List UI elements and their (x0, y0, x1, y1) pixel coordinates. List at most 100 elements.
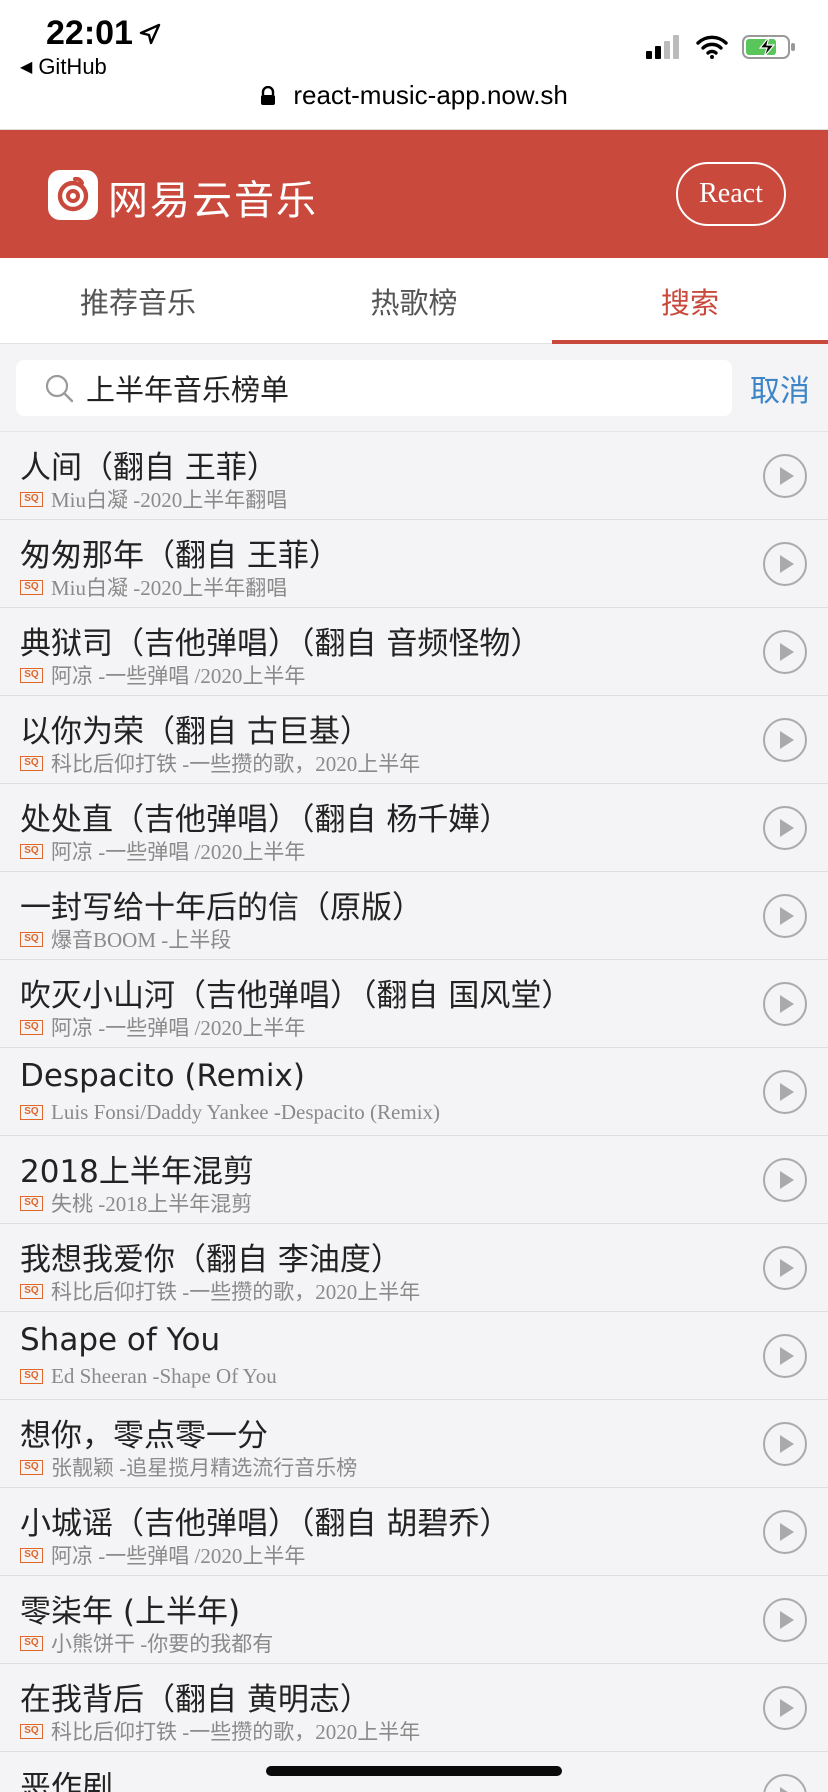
song-row[interactable]: 匆匆那年（翻自 王菲） SQ Miu白凝 -2020上半年翻唱 (0, 520, 828, 608)
song-subtitle: SQ 失桃 -2018上半年混剪 (20, 1188, 252, 1218)
tab-hot-songs[interactable]: 热歌榜 (276, 258, 552, 343)
song-row[interactable]: 处处直（吉他弹唱）（翻自 杨千嬅） SQ 阿凉 -一些弹唱 /2020上半年 (0, 784, 828, 872)
song-title: 想你，零点零一分 (20, 1418, 268, 1454)
song-title: 以你为荣（翻自 古巨基） (20, 714, 371, 750)
sq-quality-badge-icon: SQ (20, 1635, 43, 1651)
play-button-icon[interactable] (762, 893, 808, 939)
song-row[interactable]: Despacito (Remix) SQ Luis Fonsi/Daddy Yank… (0, 1048, 828, 1136)
song-title: 在我背后（翻自 黄明志） (20, 1682, 371, 1718)
song-title: Shape of You (20, 1322, 221, 1358)
artist-album-text: Ed Sheeran -Shape Of You (51, 1364, 277, 1388)
sq-quality-badge-icon: SQ (20, 1283, 43, 1299)
artist-album-text: 阿凉 -一些弹唱 /2020上半年 (51, 1016, 306, 1040)
song-title: 2018上半年混剪 (20, 1154, 254, 1190)
song-subtitle: SQ 张靓颖 -追星揽月精选流行音乐榜 (20, 1452, 357, 1482)
song-title: 吹灭小山河（吉他弹唱）（翻自 国风堂） (20, 978, 573, 1014)
search-icon (45, 374, 74, 403)
song-subtitle: SQ 阿凉 -一些弹唱 /2020上半年 (20, 836, 305, 866)
back-app-label: GitHub (38, 54, 107, 79)
url-text: react-music-app.now.sh (293, 80, 568, 110)
artist-album-text: 阿凉 -一些弹唱 /2020上半年 (51, 840, 306, 864)
song-subtitle: SQ 小熊饼干 -你要的我都有 (20, 1628, 273, 1658)
play-button-icon[interactable] (762, 717, 808, 763)
home-indicator[interactable] (266, 1766, 562, 1776)
app-header: 网易云音乐 React (0, 130, 828, 258)
song-subtitle: SQ Luis Fonsi/Daddy Yankee -Despacito (Re… (20, 1100, 440, 1125)
cellular-signal-icon (646, 35, 679, 59)
song-subtitle: SQ 阿凉 -一些弹唱 /2020上半年 (20, 660, 305, 690)
song-subtitle: SQ Miu白凝 -2020上半年翻唱 (20, 572, 287, 602)
song-subtitle: SQ 阿凉 -一些弹唱 /2020上半年 (20, 1540, 305, 1570)
play-button-icon[interactable] (762, 1333, 808, 1379)
play-button-icon[interactable] (762, 1245, 808, 1291)
song-subtitle: SQ Miu白凝 -2020上半年翻唱 (20, 484, 287, 514)
sq-quality-badge-icon: SQ (20, 491, 43, 507)
tab-recommend[interactable]: 推荐音乐 (0, 258, 276, 343)
song-row[interactable]: 以你为荣（翻自 古巨基） SQ 科比后仰打铁 -一些攒的歌，2020上半年 (0, 696, 828, 784)
song-title: 恶作剧 (20, 1770, 113, 1792)
song-title: 处处直（吉他弹唱）（翻自 杨千嬅） (20, 802, 511, 838)
song-row[interactable]: 2018上半年混剪 SQ 失桃 -2018上半年混剪 (0, 1136, 828, 1224)
address-bar[interactable]: react-music-app.now.sh (0, 80, 828, 111)
song-title: 小城谣（吉他弹唱）（翻自 胡碧乔） (20, 1506, 511, 1542)
song-title: 匆匆那年（翻自 王菲） (20, 538, 340, 574)
song-row[interactable]: 人间（翻自 王菲） SQ Miu白凝 -2020上半年翻唱 (0, 432, 828, 520)
song-row[interactable]: 在我背后（翻自 黄明志） SQ 科比后仰打铁 -一些攒的歌，2020上半年 (0, 1664, 828, 1752)
back-triangle-icon: ◀ (20, 59, 33, 76)
netease-logo-icon (48, 170, 98, 220)
artist-album-text: 阿凉 -一些弹唱 /2020上半年 (51, 1544, 306, 1568)
song-row[interactable]: Shape of You SQ Ed Sheeran -Shape Of You (0, 1312, 828, 1400)
play-button-icon[interactable] (762, 1421, 808, 1467)
song-title: 我想我爱你（翻自 李油度） (20, 1242, 402, 1278)
song-row[interactable]: 我想我爱你（翻自 李油度） SQ 科比后仰打铁 -一些攒的歌，2020上半年 (0, 1224, 828, 1312)
song-row[interactable]: 小城谣（吉他弹唱）（翻自 胡碧乔） SQ 阿凉 -一些弹唱 /2020上半年 (0, 1488, 828, 1576)
play-button-icon[interactable] (762, 1157, 808, 1203)
back-to-app-link[interactable]: ◀ GitHub (20, 54, 107, 80)
lock-icon (261, 86, 276, 105)
song-row[interactable]: 想你，零点零一分 SQ 张靓颖 -追星揽月精选流行音乐榜 (0, 1400, 828, 1488)
search-box[interactable] (16, 360, 732, 416)
play-button-icon[interactable] (762, 1685, 808, 1731)
song-subtitle: SQ 阿凉 -一些弹唱 /2020上半年 (20, 1012, 305, 1042)
tab-search[interactable]: 搜索 (552, 258, 828, 344)
play-button-icon[interactable] (762, 453, 808, 499)
artist-album-text: 科比后仰打铁 -一些攒的歌，2020上半年 (51, 1720, 421, 1744)
search-input[interactable] (86, 371, 686, 405)
sq-quality-badge-icon: SQ (20, 755, 43, 771)
song-row[interactable]: 零柒年 (上半年) SQ 小熊饼干 -你要的我都有 (0, 1576, 828, 1664)
artist-album-text: 阿凉 -一些弹唱 /2020上半年 (51, 664, 306, 688)
artist-album-text: 爆音BOOM -上半段 (51, 928, 232, 952)
sq-quality-badge-icon: SQ (20, 579, 43, 595)
song-title: 典狱司（吉他弹唱）（翻自 音频怪物） (20, 626, 542, 662)
song-row[interactable]: 吹灭小山河（吉他弹唱）（翻自 国风堂） SQ 阿凉 -一些弹唱 /2020上半年 (0, 960, 828, 1048)
play-button-icon[interactable] (762, 1069, 808, 1115)
sq-quality-badge-icon: SQ (20, 1195, 43, 1211)
cancel-button[interactable]: 取消 (750, 366, 810, 410)
play-button-icon[interactable] (762, 1509, 808, 1555)
sq-quality-badge-icon: SQ (20, 1723, 43, 1739)
react-button[interactable]: React (676, 162, 786, 226)
sq-quality-badge-icon: SQ (20, 1459, 43, 1475)
play-button-icon[interactable] (762, 805, 808, 851)
play-button-icon[interactable] (762, 1773, 808, 1792)
play-button-icon[interactable] (762, 981, 808, 1027)
song-row[interactable]: 一封写给十年后的信（原版） SQ 爆音BOOM -上半段 (0, 872, 828, 960)
song-title: 人间（翻自 王菲） (20, 450, 278, 486)
song-title: Despacito (Remix) (20, 1058, 305, 1094)
wifi-icon (696, 35, 728, 59)
song-subtitle: SQ 科比后仰打铁 -一些攒的歌，2020上半年 (20, 748, 420, 778)
artist-album-text: 科比后仰打铁 -一些攒的歌，2020上半年 (51, 1280, 421, 1304)
tab-bar: 推荐音乐 热歌榜 搜索 (0, 258, 828, 344)
sq-quality-badge-icon: SQ (20, 843, 43, 859)
play-button-icon[interactable] (762, 541, 808, 587)
system-icons (646, 34, 798, 60)
song-subtitle: SQ 爆音BOOM -上半段 (20, 924, 231, 954)
play-button-icon[interactable] (762, 1597, 808, 1643)
battery-charging-icon (742, 35, 795, 59)
artist-album-text: 小熊饼干 -你要的我都有 (51, 1632, 274, 1656)
search-results-list: 人间（翻自 王菲） SQ Miu白凝 -2020上半年翻唱 匆匆那年（翻自 王菲） SQ… (0, 432, 828, 1792)
song-row[interactable]: 典狱司（吉他弹唱）（翻自 音频怪物） SQ 阿凉 -一些弹唱 /2020上半年 (0, 608, 828, 696)
play-button-icon[interactable] (762, 629, 808, 675)
song-title: 一封写给十年后的信（原版） (20, 890, 423, 926)
clock-time: 22:01 (46, 14, 133, 52)
